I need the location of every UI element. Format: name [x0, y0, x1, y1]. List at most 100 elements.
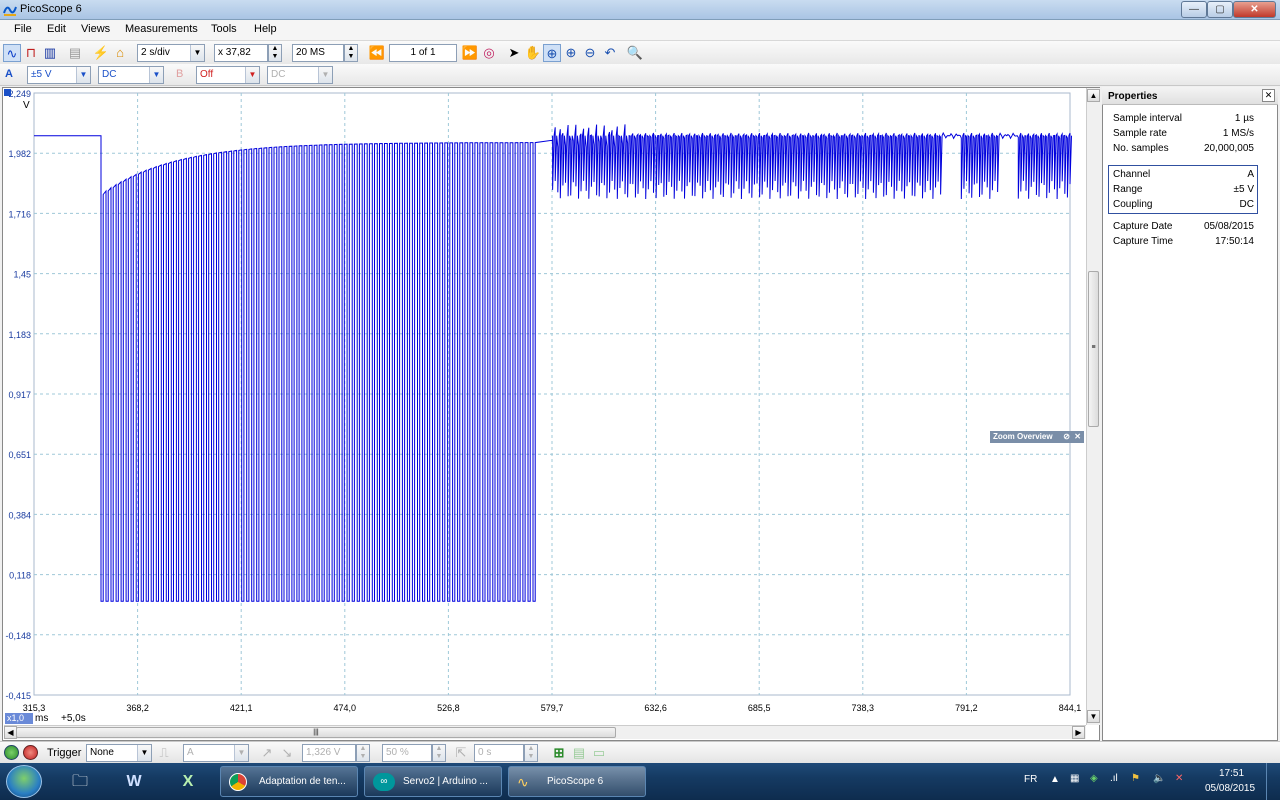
volume-icon[interactable]: 🔈 [1153, 773, 1165, 784]
hand-tool-icon[interactable]: ✋ [524, 44, 542, 62]
clock-date[interactable]: 05/08/2015 [1205, 783, 1255, 794]
rising-edge-icon[interactable]: ↗ [258, 744, 276, 762]
chevron-down-icon: ▼ [149, 67, 163, 83]
notification-icon[interactable]: ✕ [1175, 773, 1183, 784]
home-icon[interactable]: ⌂ [111, 44, 129, 62]
word-icon[interactable]: W [110, 766, 158, 797]
trigger-mode-value: None [90, 747, 114, 758]
y-tick-label: 0,651 [8, 450, 31, 460]
scope-view[interactable]: 2,249 1,982 1,716 1,45 1,183 0,917 0,651 0,384 0… [2, 87, 1100, 741]
menu-edit[interactable]: Edit [47, 23, 66, 35]
zoom-out-icon[interactable]: ⊖ [581, 44, 599, 62]
network-icon[interactable]: .ıl [1110, 773, 1118, 784]
pretrigger-spinner[interactable]: ▲ ▼ [432, 744, 446, 762]
show-desktop-button[interactable] [1266, 763, 1280, 800]
menu-file[interactable]: File [14, 23, 32, 35]
trigger-mode-select[interactable]: None ▼ [86, 744, 152, 762]
y-tick-label: 2,249 [8, 89, 31, 99]
zoom-to-fit-icon[interactable]: 🔍 [626, 44, 644, 62]
x-tick-label: 844,1 [1059, 703, 1082, 713]
timebase-value: 2 s/div [141, 47, 170, 58]
undo-zoom-icon[interactable]: ↶ [601, 44, 619, 62]
zoom-select-icon[interactable]: ⊕ [543, 44, 561, 62]
previous-buffer-icon[interactable]: ⏪ [368, 44, 386, 62]
tray-sync-icon[interactable]: ◈ [1090, 773, 1098, 784]
advanced-trigger-icon[interactable]: ⎍ [155, 744, 173, 762]
minimize-button[interactable]: — [1181, 1, 1207, 18]
menu-help[interactable]: Help [254, 23, 277, 35]
zoom-factor-spinner[interactable]: ▲ ▼ [268, 44, 282, 62]
add-measurement-icon[interactable]: ⊞ [550, 744, 568, 762]
zoom-in-icon[interactable]: ⊕ [562, 44, 580, 62]
buffer-navigator-icon[interactable]: ◎ [480, 44, 498, 62]
property-label: Range [1113, 184, 1143, 195]
channel-b-range-select[interactable]: Off ▼ [196, 66, 260, 84]
zoom-overview-window[interactable]: Zoom Overview ⊘ ✕ [990, 431, 1084, 443]
persistence-mode-icon[interactable]: ⊓ [22, 44, 40, 62]
vertical-scroll-thumb[interactable]: ≡ [1088, 271, 1099, 427]
close-icon[interactable]: ✕ [1074, 431, 1081, 443]
channel-b-coupling-value: DC [271, 69, 286, 80]
menu-views[interactable]: Views [81, 23, 110, 35]
maximize-button[interactable]: ▢ [1207, 1, 1233, 18]
scroll-down-icon[interactable]: ▼ [1087, 710, 1100, 723]
scroll-up-icon[interactable]: ▲ [1087, 89, 1100, 102]
language-indicator[interactable]: FR [1024, 774, 1037, 785]
show-hidden-icons-icon[interactable]: ▲ [1050, 774, 1060, 785]
menu-measurements[interactable]: Measurements [125, 23, 198, 35]
delay-spinner[interactable]: ▲ ▼ [524, 744, 538, 762]
x-tick-label: 474,0 [334, 703, 357, 713]
close-icon[interactable]: ✕ [1262, 89, 1275, 102]
threshold-spinner[interactable]: ▲ ▼ [356, 744, 370, 762]
channel-a-label[interactable]: A [5, 68, 13, 80]
channel-toolbar: A ±5 V ▼ DC ▼ B Off ▼ DC ▼ [0, 64, 1280, 86]
falling-edge-icon[interactable]: ↘ [278, 744, 296, 762]
scope-mode-icon[interactable]: ∿ [3, 44, 21, 62]
spectrum-mode-icon[interactable]: ▥ [41, 44, 59, 62]
edit-measurement-icon[interactable]: ▤ [570, 744, 588, 762]
trigger-threshold-field[interactable]: 1,326 V [302, 744, 356, 762]
horizontal-scroll-thumb[interactable]: ||| [16, 727, 616, 738]
zoom-factor-field[interactable]: x 37,82 [214, 44, 268, 62]
pretrigger-field[interactable]: 50 % [382, 744, 432, 762]
close-button[interactable]: ✕ [1233, 1, 1276, 18]
scroll-right-icon[interactable]: ▶ [1072, 726, 1085, 739]
window-title: PicoScope 6 [20, 3, 82, 15]
menu-tools[interactable]: Tools [211, 23, 237, 35]
start-button[interactable] [6, 765, 42, 798]
action-center-icon[interactable]: ⚑ [1131, 773, 1140, 784]
property-value: 1 MS/s [1222, 128, 1254, 139]
next-buffer-icon[interactable]: ⏩ [461, 44, 479, 62]
samples-field[interactable]: 20 MS [292, 44, 344, 62]
tray-app-icon[interactable]: ▦ [1070, 773, 1079, 784]
channel-b-coupling-select[interactable]: DC ▼ [267, 66, 333, 84]
vertical-scrollbar[interactable]: ▲ ≡ ▼ [1086, 88, 1100, 725]
pointer-tool-icon[interactable]: ➤ [505, 44, 523, 62]
clock-time[interactable]: 17:51 [1219, 768, 1244, 779]
channel-b-label[interactable]: B [176, 68, 183, 80]
timebase-select[interactable]: 2 s/div ▼ [137, 44, 205, 62]
property-value: 17:50:14 [1215, 236, 1254, 247]
channel-a-coupling-select[interactable]: DC ▼ [98, 66, 164, 84]
start-capture-icon[interactable] [4, 745, 19, 760]
excel-icon[interactable]: X [164, 766, 212, 797]
delete-measurement-icon[interactable]: ▭ [590, 744, 608, 762]
explorer-icon[interactable]: 🗀 [56, 766, 104, 797]
trigger-source-select[interactable]: A ▼ [183, 744, 249, 762]
channel-a-range-select[interactable]: ±5 V ▼ [27, 66, 91, 84]
stop-capture-icon[interactable] [23, 745, 38, 760]
channel-a-axis-marker[interactable] [4, 89, 11, 96]
waveform-plot[interactable]: 2,249 1,982 1,716 1,45 1,183 0,917 0,651 0,384 0… [3, 88, 1087, 726]
taskbar-task-arduino[interactable]: ∞ Servo2 | Arduino ... [364, 766, 502, 797]
lightning-icon[interactable]: ⚡ [92, 44, 110, 62]
spectrum-options-icon[interactable]: ▤ [66, 44, 84, 62]
post-trigger-icon[interactable]: ⇱ [452, 744, 470, 762]
property-label: Coupling [1113, 199, 1153, 210]
horizontal-scrollbar[interactable]: ◀ ||| ▶ [4, 725, 1086, 739]
samples-spinner[interactable]: ▲ ▼ [344, 44, 358, 62]
trigger-delay-field[interactable]: 0 s [474, 744, 524, 762]
taskbar-task-chrome[interactable]: Adaptation de ten... [220, 766, 358, 797]
pin-icon[interactable]: ⊘ [1063, 431, 1070, 443]
taskbar-task-picoscope[interactable]: ∿ PicoScope 6 [508, 766, 646, 797]
buffer-page-field[interactable]: 1 of 1 [389, 44, 457, 62]
